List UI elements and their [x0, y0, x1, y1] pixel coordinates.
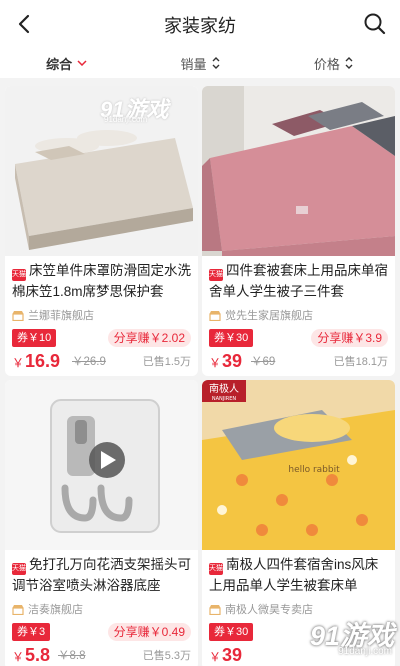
filter-label: 综合 — [46, 56, 73, 72]
product-card[interactable]: 天猫 床笠单件床罩防滑固定水洗棉床笠1.8m席梦思保护套 兰娜菲旗舰店 券￥10 … — [5, 86, 198, 376]
product-title: 天猫 床笠单件床罩防滑固定水洗棉床笠1.8m席梦思保护套 — [12, 260, 192, 302]
original-price: ￥26.9 — [72, 356, 106, 368]
shop-label: 洁奏旗舰店 — [28, 604, 83, 616]
watermark-domain: 91danji.com — [104, 115, 148, 124]
product-title: 天猫 南极人四件套宿舍ins风床上用品单人学生被套床单 — [209, 554, 389, 596]
product-image — [5, 380, 198, 550]
product-title-text: 免打孔万向花洒支架摇头可调节浴室喷头淋浴器底座 — [12, 557, 191, 593]
currency-symbol: ￥ — [12, 356, 25, 370]
filter-label: 销量 — [180, 56, 207, 72]
shop-icon — [209, 310, 221, 321]
shop-name[interactable]: 兰娜菲旗舰店 — [12, 307, 94, 323]
shop-label: 兰娜菲旗舰店 — [28, 310, 94, 322]
shop-name[interactable]: 觉先生家居旗舰店 — [209, 307, 313, 323]
price: ￥39 — [209, 351, 242, 372]
sort-icon — [212, 57, 220, 69]
price-value: 5.8 — [25, 645, 51, 665]
price-value: 39 — [222, 645, 243, 665]
watermark: 91游戏 91danji.com — [288, 612, 396, 662]
tmall-badge: 天猫 — [12, 563, 26, 575]
share-earn-button[interactable]: 分享赚￥3.9 — [311, 329, 388, 347]
filter-label: 价格 — [313, 56, 340, 72]
product-image: 南极人 NANJIREN hello rabbit — [202, 380, 395, 550]
brand-badge-en: NANJIREN — [212, 396, 236, 402]
filter-bar: 综合 销量 价格 — [0, 48, 400, 78]
search-icon[interactable] — [362, 11, 388, 37]
coupon-badge[interactable]: 券￥30 — [209, 329, 254, 347]
watermark: 91游戏 91danji.com — [100, 92, 210, 126]
price-value: 16.9 — [25, 351, 61, 371]
top-bar: 家装家纺 — [0, 0, 400, 48]
shop-icon — [12, 310, 24, 321]
product-title-text: 四件套被套床上用品床单宿舍单人学生被子三件套 — [209, 263, 388, 299]
original-price: ￥8.8 — [58, 650, 86, 662]
tmall-badge: 天猫 — [209, 269, 223, 281]
share-earn-button[interactable]: 分享赚￥2.02 — [107, 329, 191, 347]
price: ￥16.9 — [12, 351, 60, 372]
price: ￥5.8 — [12, 645, 50, 666]
price-line: ￥16.9 ￥26.9 已售1.5万 — [12, 350, 191, 372]
page-title: 家装家纺 — [164, 16, 236, 36]
product-title-text: 床笠单件床罩防滑固定水洗棉床笠1.8m席梦思保护套 — [12, 263, 191, 299]
share-earn-button[interactable]: 分享赚￥0.49 — [107, 623, 191, 641]
product-title-text: 南极人四件套宿舍ins风床上用品单人学生被套床单 — [209, 557, 379, 593]
price-value: 39 — [222, 351, 243, 371]
chevron-down-icon — [77, 60, 87, 66]
shop-icon — [209, 604, 221, 615]
shop-icon — [12, 604, 24, 615]
coupon-badge[interactable]: 券￥3 — [12, 623, 51, 641]
tmall-badge: 天猫 — [209, 563, 223, 575]
price-line: ￥39 ￥69 已售18.1万 — [209, 350, 388, 372]
tmall-badge: 天猫 — [12, 269, 26, 281]
sold-count: 已售1.5万 — [142, 356, 191, 368]
price: ￥39 — [209, 645, 242, 666]
coupon-badge[interactable]: 券￥30 — [209, 623, 254, 641]
brand-badge-text: 南极人 — [209, 382, 239, 395]
product-card[interactable]: 天猫 四件套被套床上用品床单宿舍单人学生被子三件套 觉先生家居旗舰店 券￥30 分… — [202, 86, 395, 376]
sold-count: 已售5.3万 — [142, 650, 191, 662]
pillow-text: hello rabbit — [288, 465, 340, 475]
coupon-badge[interactable]: 券￥10 — [12, 329, 57, 347]
filter-price[interactable]: 价格 — [267, 48, 400, 78]
product-title: 天猫 四件套被套床上用品床单宿舍单人学生被子三件套 — [209, 260, 389, 302]
currency-symbol: ￥ — [209, 650, 222, 664]
shop-name[interactable]: 洁奏旗舰店 — [12, 601, 83, 617]
product-title: 天猫 免打孔万向花洒支架摇头可调节浴室喷头淋浴器底座 — [12, 554, 192, 596]
watermark-domain: 91danji.com — [338, 646, 392, 657]
price-line: ￥5.8 ￥8.8 已售5.3万 — [12, 644, 191, 666]
filter-comprehensive[interactable]: 综合 — [0, 48, 133, 78]
shop-label: 觉先生家居旗舰店 — [225, 310, 313, 322]
product-card[interactable]: 天猫 免打孔万向花洒支架摇头可调节浴室喷头淋浴器底座 洁奏旗舰店 券￥3 分享赚￥… — [5, 380, 198, 666]
currency-symbol: ￥ — [209, 356, 222, 370]
original-price: ￥69 — [251, 356, 276, 368]
product-image — [202, 86, 395, 256]
currency-symbol: ￥ — [12, 650, 25, 664]
sold-count: 已售18.1万 — [333, 356, 388, 368]
sort-icon — [345, 57, 353, 69]
filter-sales[interactable]: 销量 — [133, 48, 266, 78]
